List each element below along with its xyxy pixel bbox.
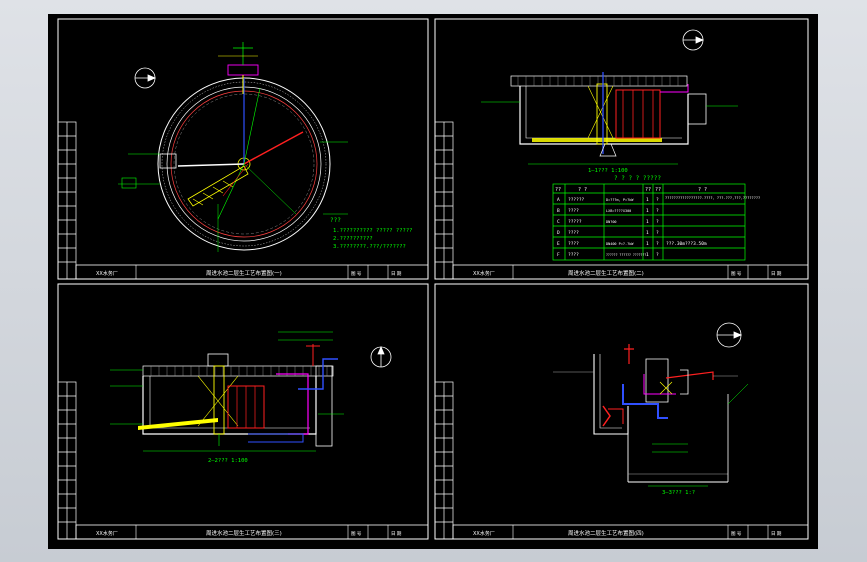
table-cell: LXB=????X300 — [606, 209, 631, 213]
sheet-frame — [434, 18, 809, 280]
table-header: ?? — [655, 187, 661, 193]
date-label: 日 期 — [391, 531, 402, 537]
sheet-org: XX水务厂 — [96, 270, 118, 277]
date-label: 日 期 — [771, 271, 782, 277]
note-line-2: 2.?????????? — [333, 236, 373, 242]
section-2-2-drawing: 2—2??? 1:100 — [110, 331, 344, 464]
table-cell: B — [557, 208, 560, 214]
table-header: ?? — [645, 187, 651, 193]
table-cell: DN400 P=?.?kW — [606, 242, 634, 246]
cad-drawing: XX水务厂 周进水池二层生工艺布置图(一) 图 号 日 期 ??? 1.????… — [57, 18, 809, 540]
sheet-4: XX水务厂 周进水池二层生工艺布置图(四) 图 号 日 期 3—3??? 1:? — [434, 283, 809, 540]
table-cell: ? — [656, 219, 659, 225]
table-cell: ?????????????????.????, ???.???,???,????… — [665, 196, 760, 200]
table-cell: ? — [656, 197, 659, 203]
table-cell: ????? — [568, 219, 582, 225]
section-label: 2—2??? 1:100 — [208, 458, 248, 464]
note-line-1: 1.?????????? ????? ????? — [333, 228, 412, 234]
table-cell: ?????? — [568, 197, 585, 203]
table-cell: D=???m, P=?kW — [606, 198, 634, 202]
section-1-1-drawing: 1—1??? 1:100 — [481, 72, 738, 174]
table-header: ? ? — [698, 187, 707, 193]
drawing-number-label: 图 号 — [731, 531, 742, 537]
date-label: 日 期 — [771, 531, 782, 537]
table-cell: E — [557, 241, 560, 247]
cad-drawing-canvas[interactable]: XX水务厂 周进水池二层生工艺布置图(一) 图 号 日 期 ??? 1.????… — [48, 14, 818, 549]
north-arrow — [134, 67, 157, 89]
table-cell: ???? — [568, 230, 579, 236]
left-margin-strip — [434, 381, 454, 540]
table-cell: 1 — [646, 197, 649, 203]
date-label: 日 期 — [391, 271, 402, 277]
table-header: ? ? — [578, 187, 587, 193]
left-margin-strip — [434, 121, 454, 280]
sheet-title: 周进水池二层生工艺布置图(一) — [206, 269, 282, 277]
notes-heading: ??? — [330, 217, 341, 224]
note-line-3: 3.????????.???/??????? — [333, 244, 406, 250]
drawing-number-label: 图 号 — [731, 271, 742, 277]
table-cell: ? — [656, 208, 659, 214]
table-caption: ? ? ? ? ????? — [614, 175, 661, 182]
left-margin-strip — [57, 381, 77, 540]
title-block: XX水务厂 周进水池二层生工艺布置图(四) 图 号 日 期 — [452, 524, 809, 540]
table-cell: ? — [656, 241, 659, 247]
north-arrow — [682, 29, 705, 51]
table-cell: ? — [656, 230, 659, 236]
sheet-3: XX水务厂 周进水池二层生工艺布置图(三) 图 号 日 期 2—2??? 1:1… — [57, 283, 429, 540]
sheet-frame — [434, 283, 809, 540]
table-cell: ???? — [568, 241, 579, 247]
table-cell: F — [557, 252, 560, 258]
sheet-title: 周进水池二层生工艺布置图(二) — [568, 269, 644, 277]
section-label: 3—3??? 1:? — [662, 490, 695, 496]
north-arrow — [370, 345, 392, 368]
table-cell: 1 — [646, 208, 649, 214]
table-cell: ?????? ?????? ??????? — [606, 253, 646, 257]
table-cell: ???.30m???3.50m — [666, 241, 707, 247]
table-cell: DN?00 — [606, 220, 617, 224]
table-header: ?? — [555, 187, 561, 193]
sheet-org: XX水务厂 — [96, 530, 118, 537]
sheet-frame — [57, 283, 429, 540]
section-3-3-drawing: 3—3??? 1:? — [553, 344, 749, 496]
sheet-title: 周进水池二层生工艺布置图(三) — [206, 529, 282, 537]
table-cell: C — [557, 219, 560, 225]
sheet-title: 周进水池二层生工艺布置图(四) — [568, 529, 644, 537]
table-cell: 1 — [646, 252, 649, 258]
table-cell: A — [557, 197, 560, 203]
title-block: XX水务厂 周进水池二层生工艺布置图(二) 图 号 日 期 — [452, 264, 809, 280]
north-arrow — [716, 322, 743, 348]
section-label: 1—1??? 1:100 — [588, 168, 628, 174]
left-margin-strip — [57, 121, 77, 280]
table-cell: 1 — [646, 230, 649, 236]
table-cell: ???? — [568, 208, 579, 214]
sheet-1: XX水务厂 周进水池二层生工艺布置图(一) 图 号 日 期 ??? 1.????… — [57, 18, 429, 280]
table-cell: 1 — [646, 241, 649, 247]
sheet-org: XX水务厂 — [473, 530, 495, 537]
title-block: XX水务厂 周进水池二层生工艺布置图(一) 图 号 日 期 — [75, 264, 429, 280]
equipment-table: ? ? ? ? ????? ?? ? ? ?? ?? ? ? A ?????? … — [552, 175, 760, 261]
table-cell: 1 — [646, 219, 649, 225]
clarifier-plan — [118, 42, 348, 252]
table-cell: ???? — [568, 252, 579, 258]
drawing-number-label: 图 号 — [351, 531, 362, 537]
notes: ??? 1.?????????? ????? ????? 2.?????????… — [330, 217, 412, 250]
sheet-2: XX水务厂 周进水池二层生工艺布置图(二) 图 号 日 期 1—1??? 1:1… — [434, 18, 809, 280]
table-cell: ? — [656, 252, 659, 258]
table-cell: D — [557, 230, 560, 236]
drawing-number-label: 图 号 — [351, 271, 362, 277]
sheet-org: XX水务厂 — [473, 270, 495, 277]
title-block: XX水务厂 周进水池二层生工艺布置图(三) 图 号 日 期 — [75, 524, 429, 540]
